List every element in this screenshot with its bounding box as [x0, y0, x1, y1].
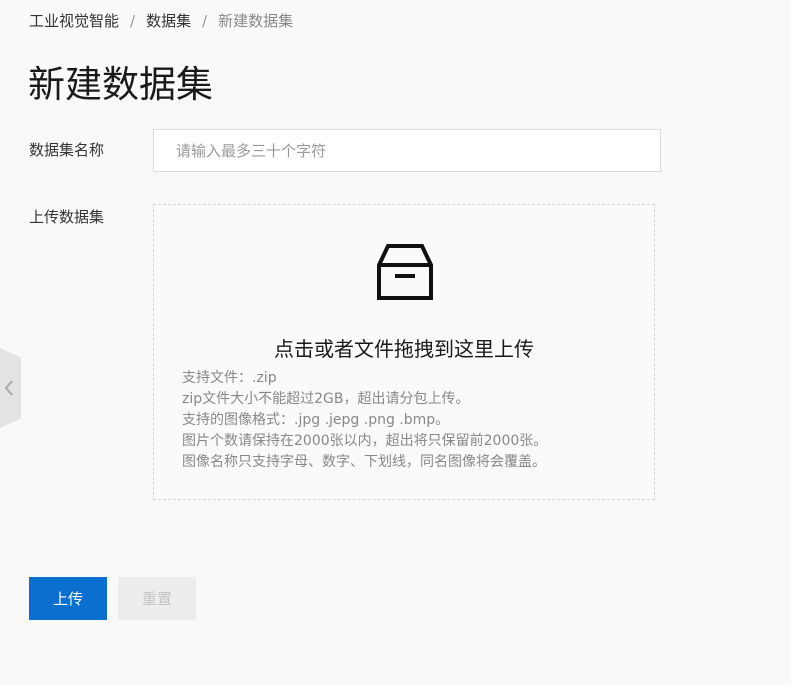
hint-image-format: 支持的图像格式：.jpg .jepg .png .bmp。: [182, 412, 450, 428]
dataset-name-label: 数据集名称: [29, 141, 105, 159]
hint-file-size: zip文件大小不能超过2GB，超出请分包上传。: [182, 391, 470, 407]
page-title: 新建数据集: [28, 63, 213, 106]
breadcrumb-separator: /: [130, 12, 136, 30]
sidebar-collapse-toggle[interactable]: [0, 348, 21, 428]
upload-dataset-label: 上传数据集: [29, 208, 105, 226]
reset-button[interactable]: 重置: [118, 577, 196, 620]
breadcrumb: 工业视觉智能 / 数据集 / 新建数据集: [29, 11, 293, 31]
breadcrumb-item-datasets[interactable]: 数据集: [146, 11, 191, 31]
dropzone-title: 点击或者文件拖拽到这里上传: [274, 337, 534, 361]
upload-dropzone[interactable]: 点击或者文件拖拽到这里上传 支持文件：.zip zip文件大小不能超过2GB，超…: [153, 204, 655, 500]
breadcrumb-separator: /: [202, 12, 208, 30]
hint-image-count: 图片个数请保持在2000张以内，超出将只保留前2000张。: [182, 433, 548, 449]
hint-file-type: 支持文件：.zip: [182, 370, 277, 386]
archive-box-icon: [377, 244, 433, 300]
breadcrumb-current: 新建数据集: [218, 12, 294, 30]
upload-hints: 支持文件：.zip zip文件大小不能超过2GB，超出请分包上传。 支持的图像格…: [182, 368, 547, 473]
dataset-name-input[interactable]: [153, 129, 661, 172]
breadcrumb-item-industrial-vision[interactable]: 工业视觉智能: [29, 11, 119, 31]
upload-button[interactable]: 上传: [29, 577, 107, 620]
hint-image-name: 图像名称只支持字母、数字、下划线，同名图像将会覆盖。: [182, 454, 546, 470]
chevron-left-icon: [4, 380, 13, 396]
